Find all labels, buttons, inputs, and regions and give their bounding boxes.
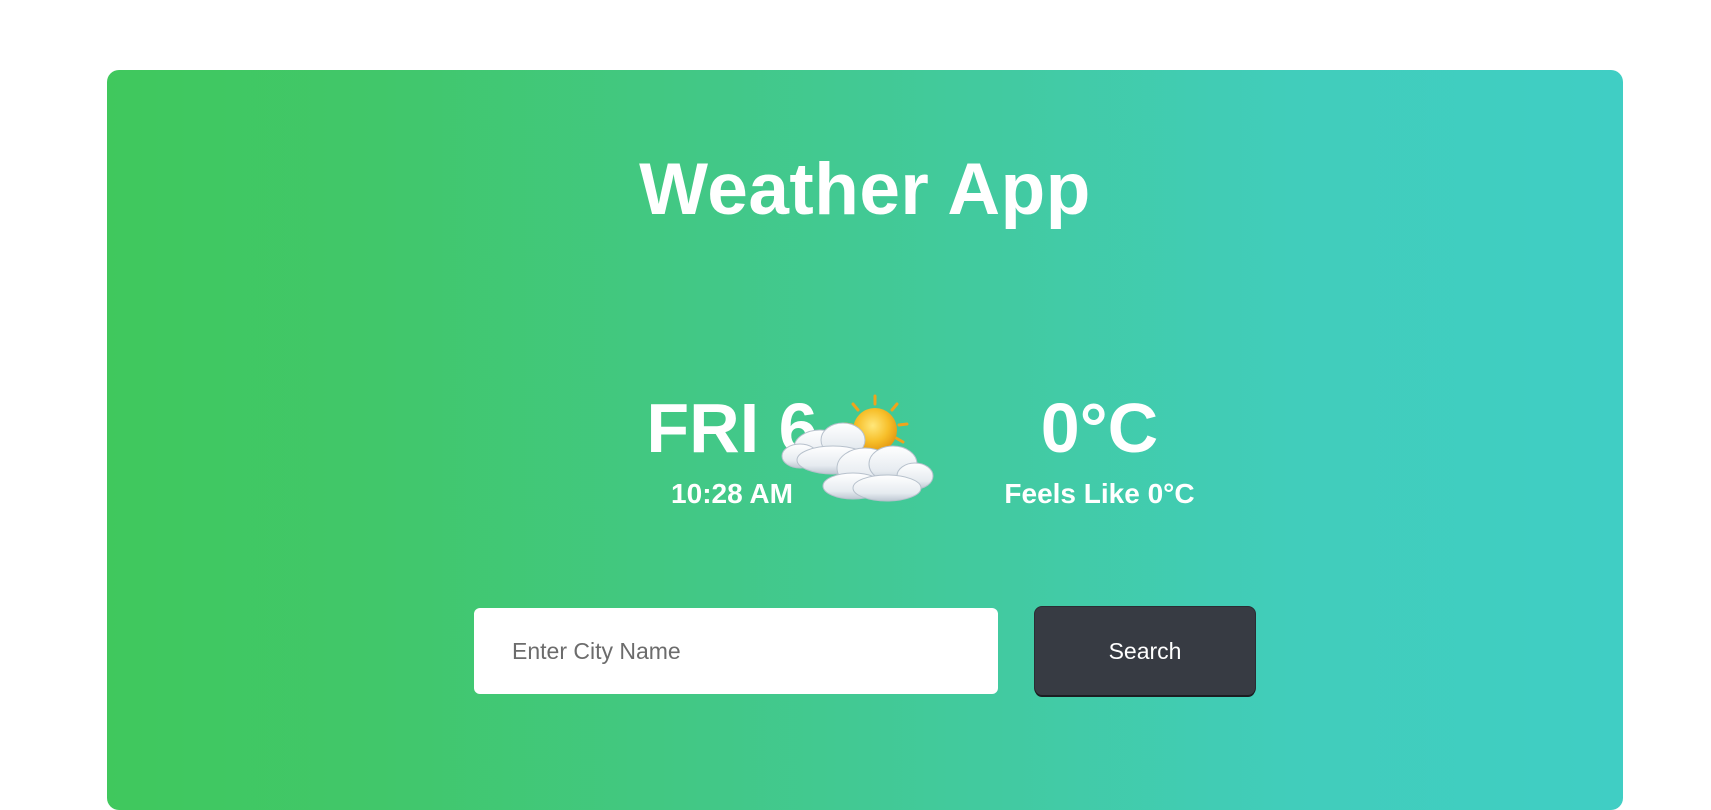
app-title: Weather App (639, 149, 1091, 230)
feels-like-label: Feels Like 0°C (1004, 478, 1195, 509)
weather-card: Weather App FRI 6 10:28 AM 0°C Feels Lik… (107, 70, 1623, 810)
search-button[interactable]: Search (1035, 607, 1255, 695)
temperature-block: 0°C Feels Like 0°C (977, 388, 1222, 510)
city-search-input[interactable] (474, 608, 998, 694)
sun-behind-cloud-icon (775, 388, 941, 508)
temperature-value: 0°C (1040, 389, 1159, 467)
